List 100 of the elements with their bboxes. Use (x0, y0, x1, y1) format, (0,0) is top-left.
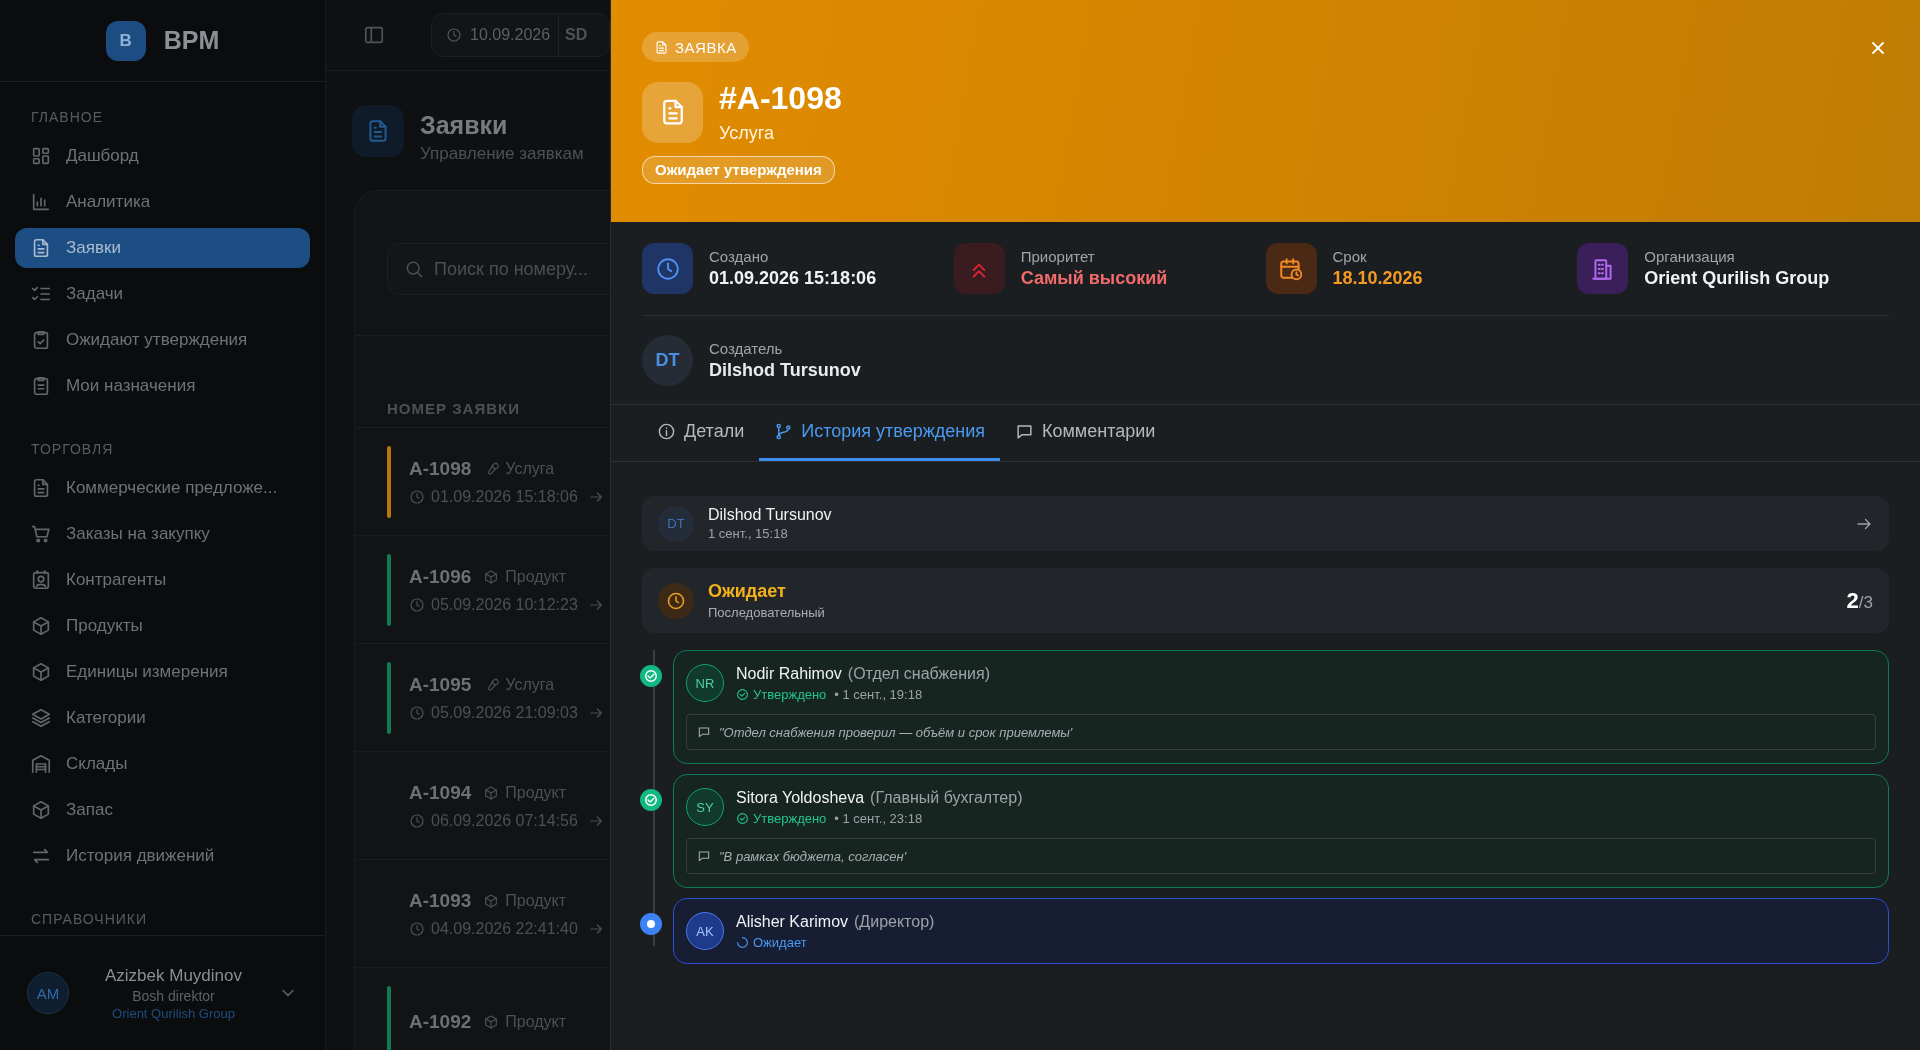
user-avatar: AM (27, 972, 69, 1014)
clock-icon (409, 812, 425, 829)
request-type: Услуга (719, 123, 775, 144)
clock-icon (409, 920, 425, 937)
nav-item[interactable]: Мои назначения (15, 366, 310, 406)
approver-role: (Директор) (854, 912, 935, 930)
check-circle-icon (736, 687, 749, 701)
info-value: 01.09.2026 15:18:06 (709, 268, 877, 289)
bar-chart-icon (30, 191, 52, 213)
comment-icon (697, 725, 711, 739)
nav-item[interactable]: Ожидают утверждения (15, 320, 310, 360)
comment-text: "В рамках бюджета, согласен' (719, 848, 907, 864)
info-value: Orient Qurilish Group (1644, 268, 1830, 289)
creator-avatar: DT (642, 334, 693, 386)
info-value: Самый высокий (1020, 268, 1168, 289)
column-header: НОМЕР ЗАЯВКИ (387, 400, 520, 417)
stage-mode: Последовательный (708, 605, 826, 620)
nav-item[interactable]: Склады (15, 744, 310, 784)
tab[interactable]: История утверждения (759, 405, 1000, 461)
box-icon (483, 1013, 500, 1030)
request-date: 05.09.2026 10:12:23 (431, 595, 578, 614)
request-number: A-1093 (409, 889, 472, 912)
request-type: Услуга (505, 459, 555, 478)
warehouse-icon (30, 753, 52, 775)
info-label: Организация (1644, 248, 1736, 265)
step-done-icon (640, 789, 662, 811)
submitter-card[interactable]: DT Dilshod Tursunov 1 сент., 15:18 (642, 496, 1889, 551)
layers-icon (30, 707, 52, 729)
currency-text: SD (558, 14, 588, 56)
date-pill[interactable]: 10.09.2026 SD (431, 13, 610, 57)
nav-item[interactable]: Контрагенты (15, 560, 310, 600)
status-pill: Ожидает утверждения (642, 156, 835, 184)
cart-icon (30, 523, 52, 545)
info-icon (657, 422, 676, 441)
nav-item[interactable]: Заказы на закупку (15, 514, 310, 554)
nav-item[interactable]: Задачи (15, 274, 310, 314)
user-role: Bosh direktor (132, 987, 215, 1004)
search-field[interactable]: Поиск по номеру... (387, 243, 610, 295)
creator-label: Создатель (709, 339, 784, 357)
search-icon (404, 259, 424, 279)
clock-icon (654, 255, 681, 282)
submitter-time: 1 сент., 15:18 (708, 525, 788, 541)
app-name: BPM (163, 26, 220, 55)
contact-card-icon (30, 569, 52, 591)
approval-status: Утверждено (753, 686, 827, 702)
step-done-icon (640, 665, 662, 687)
nav-item[interactable]: Категории (15, 698, 310, 738)
box-icon (30, 615, 52, 637)
section-title: ГЛАВНОЕ (30, 108, 104, 127)
request-number: A-1095 (409, 673, 472, 696)
submitter-avatar: DT (658, 505, 694, 542)
request-date: 05.09.2026 21:09:03 (431, 703, 578, 722)
step-current-icon (640, 913, 662, 935)
approval-time: • 1 сент., 23:18 (834, 810, 923, 826)
nav-item[interactable]: Дашборд (15, 136, 310, 176)
box-icon (483, 892, 500, 909)
user-name: Azizbek Muydinov (105, 965, 242, 986)
nav-item[interactable]: История движений (15, 836, 310, 876)
approval-time: • 1 сент., 19:18 (834, 686, 923, 702)
date-text: 10.09.2026 (470, 26, 551, 44)
tab[interactable]: Детали (642, 405, 760, 461)
nav-item[interactable]: Заявки (15, 228, 310, 268)
branch-icon (774, 422, 794, 441)
box-icon (30, 799, 52, 821)
loading-icon (736, 935, 749, 949)
stage-status: Ожидает (708, 581, 787, 602)
request-number: A-1092 (409, 1010, 472, 1033)
user-organization: Orient Qurilish Group (112, 1005, 235, 1021)
request-type: Продукт (505, 567, 567, 586)
approver-avatar: AK (686, 912, 724, 950)
box-icon (483, 568, 500, 585)
nav-item[interactable]: Запас (15, 790, 310, 830)
nav-item[interactable]: Единицы измерения (15, 652, 310, 692)
request-type: Продукт (505, 891, 567, 910)
request-type: Услуга (505, 675, 555, 694)
approver-name: Alisher Karimov (736, 912, 849, 930)
approver-role: (Отдел снабжения) (847, 664, 990, 682)
approver-name: Nodir Rahimov (736, 664, 842, 682)
check-circle-icon (736, 811, 749, 825)
info-label: Срок (1332, 248, 1368, 265)
request-badge: ЗАЯВКА (642, 32, 749, 62)
document-icon (654, 39, 669, 55)
page-subtitle: Управление заявкам (420, 144, 584, 164)
nav-item[interactable]: Коммерческие предложе... (15, 468, 310, 508)
nav-item[interactable]: Продукты (15, 606, 310, 646)
clock-icon (409, 596, 425, 613)
comment-text: "Отдел снабжения проверил — объём и срок приемлемы' (719, 724, 1073, 740)
request-date: 04.09.2026 22:41:40 (431, 919, 578, 938)
tab[interactable]: Комментарии (999, 405, 1171, 461)
info-value: 18.10.2026 (1332, 268, 1423, 289)
comment-icon (697, 849, 711, 863)
request-date: 01.09.2026 15:18:06 (431, 487, 578, 506)
calendar-clock-icon (1278, 255, 1304, 282)
approver-avatar: NR (686, 664, 724, 702)
request-number: A-1094 (409, 781, 472, 804)
info-label: Создано (709, 248, 770, 265)
approval-status: Утверждено (753, 810, 827, 826)
stage-total: /3 (1858, 592, 1873, 612)
approver-role: (Главный бухгалтер) (870, 788, 1023, 806)
nav-item[interactable]: Аналитика (15, 182, 310, 222)
